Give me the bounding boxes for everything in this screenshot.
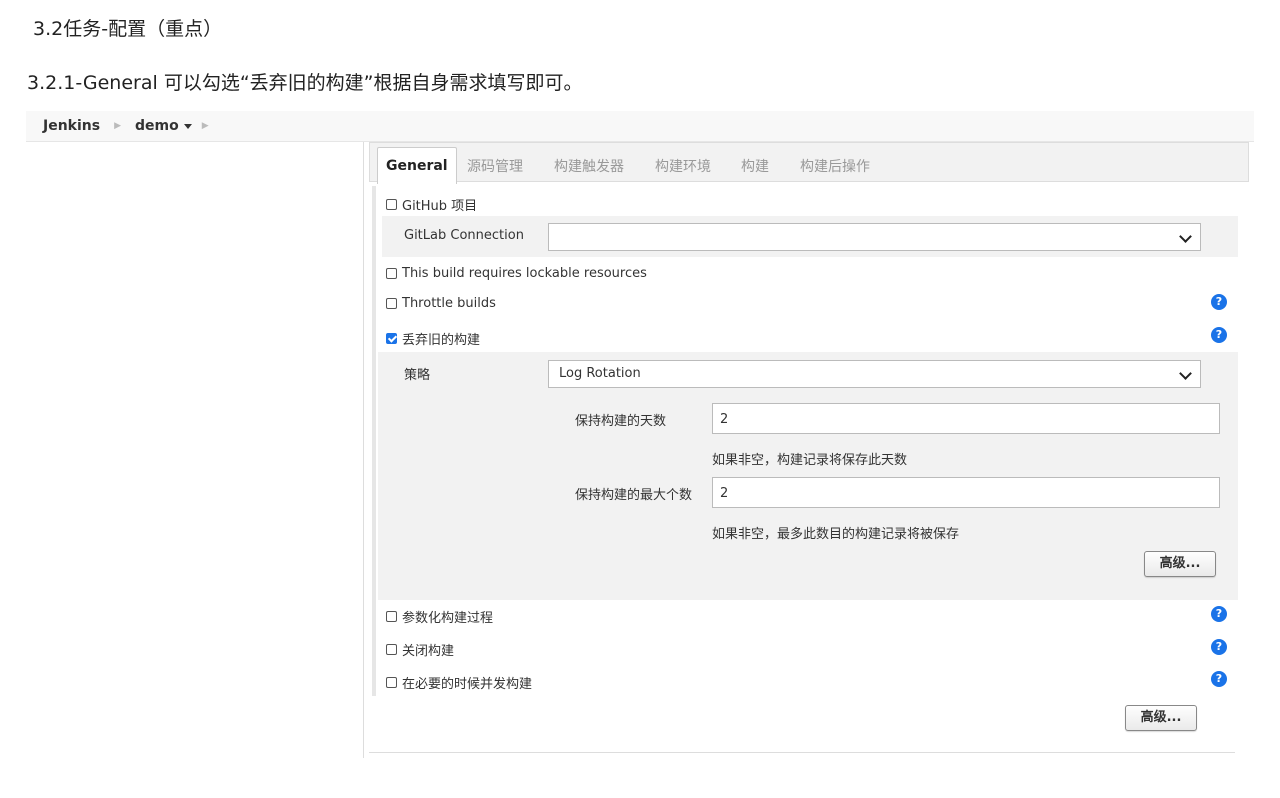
- discard-old-builds-label: 丢弃旧的构建: [402, 333, 481, 348]
- general-advanced-button[interactable]: 高级...: [1125, 705, 1197, 731]
- lockable-resources-checkbox[interactable]: [386, 268, 397, 279]
- lockable-resources-label: This build requires lockable resources: [402, 266, 647, 281]
- doc-subheading: 3.2.1-General 可以勾选“丢弃旧的构建”根据自身需求填写即可。: [27, 72, 583, 94]
- strategy-select[interactable]: Log Rotation: [548, 360, 1201, 388]
- doc-heading: 3.2任务-配置（重点）: [33, 18, 223, 40]
- tab-build-triggers[interactable]: 构建触发器: [554, 156, 624, 176]
- max-builds-label: 保持构建的最大个数: [575, 488, 693, 503]
- disable-build-checkbox[interactable]: [386, 644, 397, 655]
- concurrent-build-label: 在必要的时候并发构建: [402, 677, 533, 692]
- help-icon[interactable]: ?: [1211, 671, 1227, 687]
- tab-build-environment[interactable]: 构建环境: [655, 156, 711, 176]
- days-to-keep-hint: 如果非空，构建记录将保存此天数: [712, 453, 908, 468]
- concurrent-build-option[interactable]: 在必要的时候并发构建: [386, 673, 532, 692]
- parameterized-build-checkbox[interactable]: [386, 611, 397, 622]
- parameterized-build-option[interactable]: 参数化构建过程: [386, 607, 493, 626]
- breadcrumb-jenkins[interactable]: Jenkins: [43, 118, 100, 134]
- disable-build-option[interactable]: 关闭构建: [386, 640, 454, 659]
- config-tabs: General 源码管理 构建触发器 构建环境 构建 构建后操作: [369, 142, 1249, 184]
- help-icon[interactable]: ?: [1211, 606, 1227, 622]
- concurrent-build-checkbox[interactable]: [386, 677, 397, 688]
- help-icon[interactable]: ?: [1211, 327, 1227, 343]
- disable-build-label: 关闭构建: [402, 644, 455, 659]
- caret-down-icon[interactable]: [183, 123, 192, 129]
- tab-build[interactable]: 构建: [741, 156, 769, 176]
- days-to-keep-input[interactable]: 2: [712, 403, 1220, 434]
- github-project-option[interactable]: GitHub 项目: [386, 195, 477, 214]
- breadcrumb: Jenkins ▶ demo ▶: [26, 111, 1254, 142]
- throttle-builds-option[interactable]: Throttle builds: [386, 296, 496, 311]
- sidebar-divider: [363, 142, 364, 758]
- gitlab-connection-label: GitLab Connection: [404, 228, 524, 243]
- github-project-checkbox[interactable]: [386, 199, 397, 210]
- github-project-label: GitHub 项目: [402, 199, 478, 214]
- breadcrumb-separator-icon: ▶: [114, 121, 122, 131]
- max-builds-input[interactable]: 2: [712, 477, 1220, 508]
- discard-advanced-button[interactable]: 高级...: [1144, 551, 1216, 577]
- throttle-builds-checkbox[interactable]: [386, 298, 397, 309]
- max-builds-hint: 如果非空，最多此数目的构建记录将被保存: [712, 527, 960, 542]
- discard-old-builds-option[interactable]: 丢弃旧的构建: [386, 329, 480, 348]
- chevron-down-icon: [1179, 367, 1192, 380]
- section-indicator: [372, 186, 376, 696]
- days-to-keep-label: 保持构建的天数: [575, 414, 667, 429]
- tab-source-code[interactable]: 源码管理: [467, 156, 523, 176]
- section-divider: [369, 752, 1235, 753]
- discard-settings-block: [378, 352, 1238, 600]
- tab-general[interactable]: General: [377, 147, 457, 184]
- help-icon[interactable]: ?: [1211, 294, 1227, 310]
- help-icon[interactable]: ?: [1211, 639, 1227, 655]
- breadcrumb-job[interactable]: demo: [135, 118, 192, 134]
- strategy-label: 策略: [404, 368, 431, 383]
- tab-post-build[interactable]: 构建后操作: [800, 156, 870, 176]
- chevron-down-icon: [1179, 230, 1192, 243]
- parameterized-build-label: 参数化构建过程: [402, 611, 494, 626]
- gitlab-connection-select[interactable]: [548, 223, 1201, 251]
- throttle-builds-label: Throttle builds: [402, 296, 496, 311]
- lockable-resources-option[interactable]: This build requires lockable resources: [386, 266, 647, 281]
- discard-old-builds-checkbox[interactable]: [386, 333, 397, 344]
- breadcrumb-separator-icon: ▶: [201, 121, 209, 131]
- job-config-panel: General 源码管理 构建触发器 构建环境 构建 构建后操作 GitHub …: [369, 142, 1249, 758]
